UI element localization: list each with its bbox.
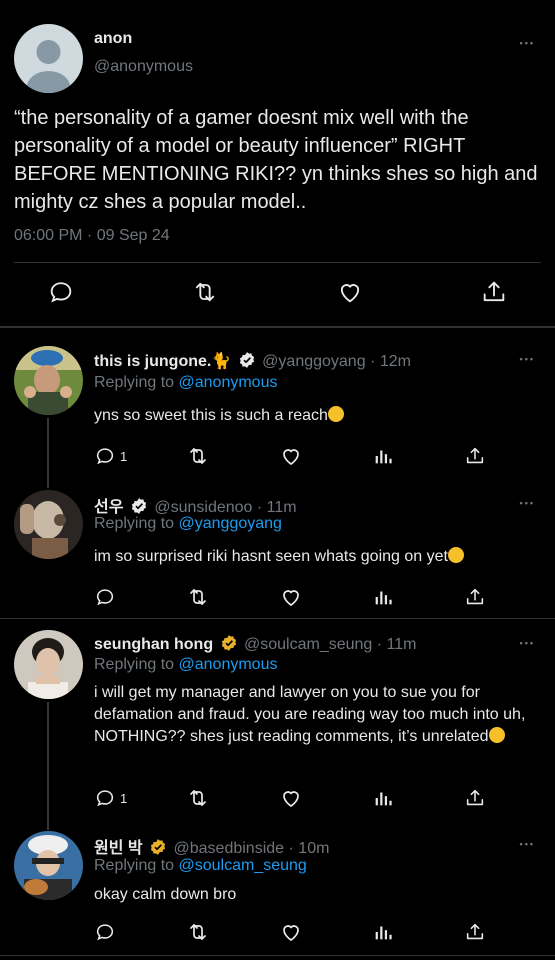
views-icon[interactable]	[372, 585, 394, 609]
more-icon[interactable]: •••	[520, 354, 535, 364]
author-handle[interactable]: @anonymous	[94, 58, 193, 76]
replying-prefix: Replying to	[94, 656, 179, 673]
reply-text: im so surprised riki hasnt seen whats go…	[94, 546, 534, 568]
reply-icon[interactable]: 1	[94, 786, 127, 810]
user-handle[interactable]: @sunsidenoo	[154, 499, 252, 516]
more-icon[interactable]: •••	[520, 839, 535, 849]
reply-icon[interactable]	[94, 920, 120, 944]
like-icon[interactable]	[279, 920, 303, 944]
replying-to-link[interactable]: @anonymous	[179, 374, 278, 391]
anon-avatar[interactable]	[14, 24, 83, 93]
like-icon[interactable]	[279, 786, 303, 810]
reply-actions	[94, 920, 534, 944]
reply-header: seunghan hong @soulcam_seung · 11m	[94, 634, 417, 657]
reply-time: · 11m	[376, 636, 417, 653]
views-icon[interactable]	[372, 786, 394, 810]
emoji-icon	[488, 727, 505, 743]
user-handle[interactable]: @yanggoyang	[262, 353, 365, 370]
user-avatar[interactable]	[14, 630, 83, 699]
reply-icon[interactable]	[47, 278, 75, 306]
user-handle[interactable]: @basedbinside	[174, 840, 285, 857]
like-icon[interactable]	[279, 585, 303, 609]
reply-text-content: yns so sweet this is such a reach	[94, 407, 328, 424]
user-avatar[interactable]	[14, 346, 83, 415]
replying-to: Replying to @yanggoyang	[94, 515, 282, 533]
more-icon[interactable]: •••	[520, 638, 535, 648]
verified-badge-icon	[238, 351, 256, 374]
more-icon[interactable]: •••	[520, 38, 535, 48]
user-name[interactable]: seunghan hong	[94, 636, 213, 653]
views-icon[interactable]	[372, 920, 394, 944]
emoji-icon	[447, 547, 464, 563]
reply-icon[interactable]: 1	[94, 444, 127, 468]
replying-to: Replying to @soulcam_seung	[94, 857, 307, 875]
like-icon[interactable]	[336, 278, 364, 306]
share-icon[interactable]	[464, 920, 486, 944]
replying-to: Replying to @anonymous	[94, 374, 277, 392]
share-icon[interactable]	[464, 444, 486, 468]
retweet-icon[interactable]	[191, 278, 219, 306]
tweet-actions	[0, 278, 555, 312]
reply-text: okay calm down bro	[94, 884, 534, 906]
thread-line	[47, 418, 49, 488]
reply-time: · 10m	[288, 840, 330, 857]
thread-separator	[0, 618, 555, 619]
user-handle[interactable]: @soulcam_seung	[244, 636, 372, 653]
user-avatar[interactable]	[14, 490, 83, 559]
main-tweet: anon @anonymous ••• “the personality of …	[0, 0, 555, 327]
reply-text: i will get my manager and lawyer on you …	[94, 682, 534, 748]
replying-prefix: Replying to	[94, 515, 179, 532]
replying-to-link[interactable]: @anonymous	[179, 656, 278, 673]
more-icon[interactable]: •••	[520, 498, 535, 508]
thread-line	[47, 702, 49, 830]
bottom-separator	[0, 955, 555, 956]
emoji-icon	[327, 406, 344, 422]
reply-count: 1	[120, 790, 128, 806]
reply-text-content: i will get my manager and lawyer on you …	[94, 684, 526, 745]
tweet-timestamp: 06:00 PM · 09 Sep 24	[14, 227, 170, 244]
verified-badge-icon	[220, 634, 238, 657]
divider	[14, 262, 541, 263]
replying-prefix: Replying to	[94, 374, 179, 391]
share-icon[interactable]	[464, 786, 486, 810]
tweet-text: “the personality of a gamer doesnt mix w…	[14, 107, 538, 213]
reply-header: this is jungone.🐈 @yanggoyang · 12m	[94, 351, 411, 374]
reply-actions	[94, 585, 534, 609]
user-name[interactable]: 원빈 박	[94, 840, 143, 857]
reply-time: · 12m	[370, 353, 411, 370]
reply-icon[interactable]	[94, 585, 120, 609]
share-icon[interactable]	[480, 278, 508, 306]
retweet-icon[interactable]	[186, 920, 210, 944]
share-icon[interactable]	[464, 585, 486, 609]
reply-actions: 1	[94, 786, 534, 810]
replying-to-link[interactable]: @soulcam_seung	[179, 857, 307, 874]
user-name[interactable]: 선우	[94, 499, 123, 516]
user-name[interactable]: this is jungone.🐈	[94, 353, 231, 370]
author-name[interactable]: anon	[94, 30, 132, 48]
retweet-icon[interactable]	[186, 444, 210, 468]
reply-text: yns so sweet this is such a reach	[94, 405, 534, 427]
views-icon[interactable]	[372, 444, 394, 468]
replying-to: Replying to @anonymous	[94, 656, 277, 674]
retweet-icon[interactable]	[186, 585, 210, 609]
reply-count: 1	[120, 448, 128, 464]
reply-text-content: okay calm down bro	[94, 886, 237, 903]
retweet-icon[interactable]	[186, 786, 210, 810]
reply-text-content: im so surprised riki hasnt seen whats go…	[94, 548, 448, 565]
replying-to-link[interactable]: @yanggoyang	[179, 515, 282, 532]
reply-time: · 11m	[256, 499, 297, 516]
like-icon[interactable]	[279, 444, 303, 468]
reply-actions: 1	[94, 444, 534, 468]
user-avatar[interactable]	[14, 831, 83, 900]
replying-prefix: Replying to	[94, 857, 179, 874]
reply-item[interactable]	[0, 327, 555, 328]
